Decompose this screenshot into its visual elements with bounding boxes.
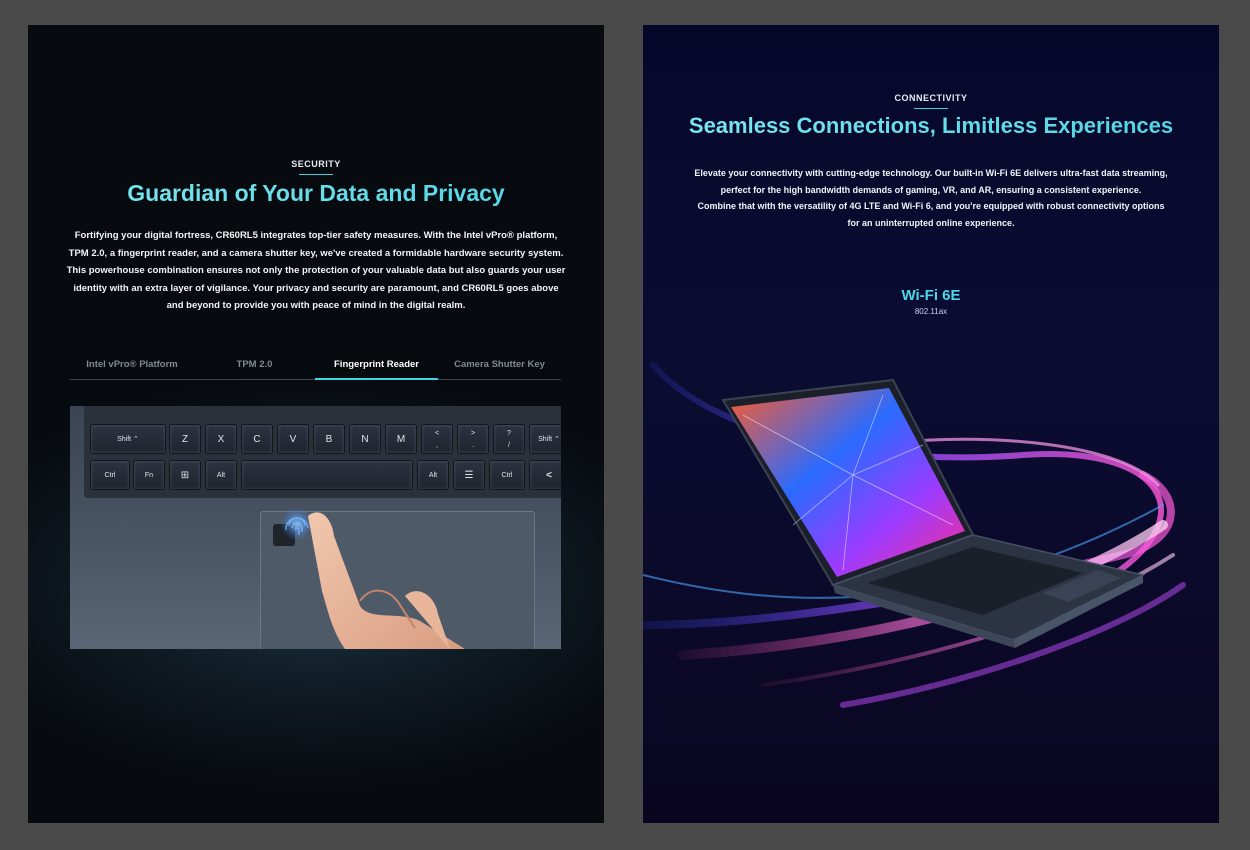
security-panel: SECURITY Guardian of Your Data and Priva… <box>28 25 604 823</box>
body-line: Fortifying your digital fortress, CR60RL… <box>74 230 558 241</box>
body-line: and beyond to provide you with peace of … <box>166 300 466 311</box>
security-feature-tabs: Intel vPro® Platform TPM 2.0 Fingerprint… <box>70 354 561 380</box>
tab-fingerprint-reader[interactable]: Fingerprint Reader <box>315 354 438 380</box>
connectivity-panel: CONNECTIVITY Seamless Connections, Limit… <box>643 25 1219 823</box>
security-headline: Guardian of Your Data and Privacy <box>28 180 604 207</box>
tab-intel-vpro[interactable]: Intel vPro® Platform <box>70 354 194 380</box>
fingerprint-glow <box>280 507 314 541</box>
finger-illustration <box>280 507 465 649</box>
connectivity-body: Elevate your connectivity with cutting-e… <box>643 165 1219 231</box>
security-eyebrow: SECURITY <box>291 159 341 169</box>
eyebrow-underline <box>914 108 948 109</box>
wifi-6e-title: Wi-Fi 6E <box>901 287 961 304</box>
tab-tpm[interactable]: TPM 2.0 <box>194 354 315 380</box>
body-line: TPM 2.0, a fingerprint reader, and a cam… <box>68 247 564 259</box>
body-line: This powerhouse combination ensures not … <box>66 265 566 276</box>
tab-camera-shutter-key[interactable]: Camera Shutter Key <box>438 354 561 380</box>
body-line: Combine that with the versatility of 4G … <box>697 201 1165 211</box>
eyebrow-underline <box>299 174 333 175</box>
fingerprint-reader-photo: Shift ⌃ Z X C V B N M < , > . ? / Shift … <box>70 406 561 649</box>
laptop <box>721 378 1146 648</box>
wifi-standard: 802.11ax <box>914 307 948 316</box>
body-line: Elevate your connectivity with cutting-e… <box>694 168 1168 178</box>
security-body: Fortifying your digital fortress, CR60RL… <box>28 227 604 315</box>
laptop-light-trails-illustration <box>643 362 1186 708</box>
body-line: identity with an extra layer of vigilanc… <box>73 282 559 294</box>
body-line: for an uninterrupted online experience. <box>847 217 1015 228</box>
connectivity-headline: Seamless Connections, Limitless Experien… <box>643 113 1219 139</box>
body-line: perfect for the high bandwidth demands o… <box>720 184 1142 195</box>
connectivity-eyebrow: CONNECTIVITY <box>894 93 968 103</box>
